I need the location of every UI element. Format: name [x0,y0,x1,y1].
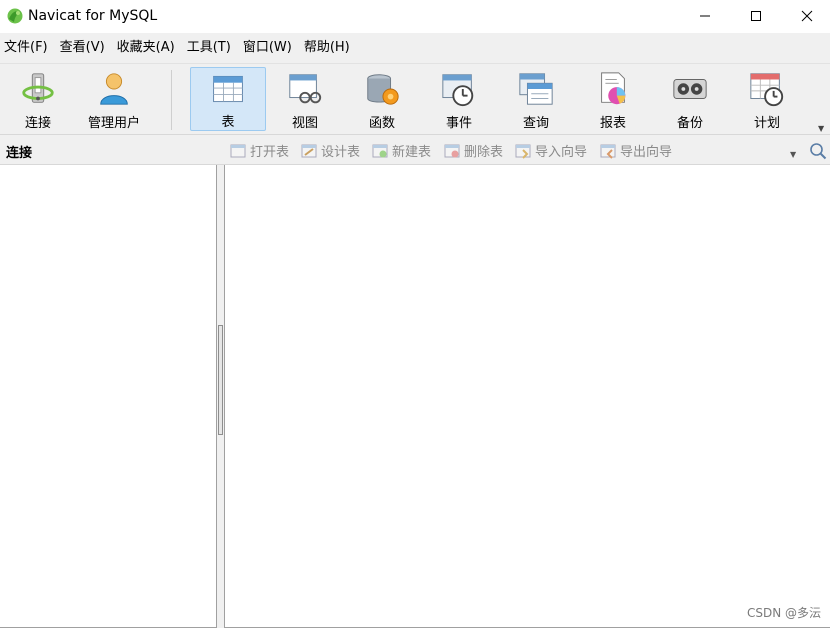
delete-table-button[interactable]: 删除表 [444,141,503,160]
open-table-icon [230,144,246,157]
design-table-icon [301,144,317,157]
open-table-button[interactable]: 打开表 [230,141,289,160]
minimize-button[interactable] [682,0,728,32]
object-list-panel[interactable] [224,165,830,628]
close-icon [801,10,813,22]
toolbar-report-button[interactable]: 报表 [575,67,651,131]
delete-table-icon [444,144,460,157]
new-table-button[interactable]: 新建表 [372,141,431,160]
object-action-bar: 连接 打开表 设计表 新建表 删除表 导入向导 导出向导 ▼ [0,134,830,165]
toolbar-label: 备份 [676,116,703,131]
toolbar-function-button[interactable]: 函数 [344,67,420,131]
export-wizard-icon [600,144,616,159]
watermark: CSDN @多沄 [747,606,822,620]
import-wizard-label: 导入向导 [535,145,588,160]
table-icon [213,75,243,103]
toolbar-table-button[interactable]: 表 [190,67,266,131]
navicat-logo-icon [7,8,23,24]
menu-favorites[interactable]: 收藏夹(A) [117,33,175,63]
toolbar-label: 计划 [753,116,780,131]
toolbar-label: 事件 [445,116,472,131]
function-icon [367,74,399,105]
new-table-label: 新建表 [392,145,432,160]
toolbar-label: 报表 [599,116,626,131]
maximize-button[interactable] [733,0,779,32]
toolbar-event-button[interactable]: 事件 [421,67,497,131]
view-icon [289,74,322,104]
close-button[interactable] [784,0,830,32]
export-wizard-button[interactable]: 导出向导 [600,141,672,160]
toolbar-query-button[interactable]: 查询 [498,67,574,131]
schedule-icon [750,73,784,107]
event-icon [442,74,474,107]
toolbar-label: 连接 [24,116,51,131]
design-table-button[interactable]: 设计表 [301,141,360,160]
toolbar-overflow-icon[interactable]: ▼ [818,124,824,133]
toolbar-label: 管理用户 [87,116,140,131]
report-icon [601,72,626,105]
toolbar-backup-button[interactable]: 备份 [652,67,728,131]
toolbar-connection-button[interactable]: 连接 [0,67,76,131]
toolbar-view-button[interactable]: 视图 [267,67,343,131]
backup-icon [673,79,707,99]
toolbar-label: 查询 [522,116,549,131]
connection-tree-panel[interactable] [0,165,217,628]
connection-panel-title: 连接 [6,146,33,161]
window-title: Navicat for MySQL [28,8,158,24]
import-wizard-button[interactable]: 导入向导 [515,141,587,160]
search-icon[interactable] [809,142,827,160]
toolbar-label: 表 [221,115,235,130]
maximize-icon [751,11,761,21]
toolbar-schedule-button[interactable]: 计划 [729,67,805,131]
open-table-label: 打开表 [250,145,290,160]
toolbar-label: 函数 [368,116,395,131]
title-bar: Navicat for MySQL [0,0,830,33]
toolbar-label: 视图 [291,116,318,131]
menu-help[interactable]: 帮助(H) [304,33,350,63]
minimize-icon [700,15,710,17]
menu-view[interactable]: 查看(V) [60,33,105,63]
menu-tools[interactable]: 工具(T) [187,33,231,63]
user-icon [100,73,128,105]
query-icon [519,73,553,105]
menu-bar: 文件(F) 查看(V) 收藏夹(A) 工具(T) 窗口(W) 帮助(H) [0,33,830,63]
toolbar-manage-users-button[interactable]: 管理用户 [76,67,152,131]
design-table-label: 设计表 [321,145,361,160]
actions-overflow-icon[interactable]: ▼ [790,150,796,159]
main-toolbar: 连接 管理用户 表 视图 函数 事件 查询 报表 备份 计划 ▼ [0,63,830,134]
new-table-icon [372,144,388,157]
import-wizard-icon [515,144,531,159]
menu-file[interactable]: 文件(F) [4,33,48,63]
toolbar-separator [171,70,172,130]
delete-table-label: 删除表 [464,145,504,160]
export-wizard-label: 导出向导 [620,145,673,160]
panel-splitter[interactable] [217,165,224,628]
menu-window[interactable]: 窗口(W) [243,33,292,63]
connection-icon [22,73,54,103]
splitter-handle[interactable] [218,325,223,435]
